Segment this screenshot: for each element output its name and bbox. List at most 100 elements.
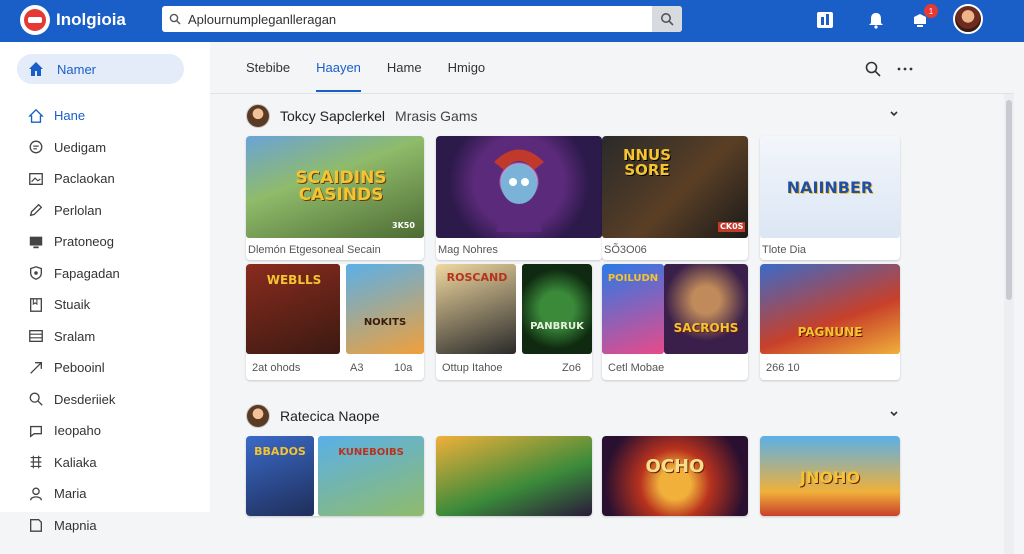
monitor-icon bbox=[29, 236, 43, 248]
sidebar-item[interactable]: Sralam bbox=[28, 321, 120, 353]
sidebar-item[interactable]: Paclaokan bbox=[28, 163, 120, 195]
section-subtitle: Mrasis Gams bbox=[395, 108, 478, 124]
sidebar-item[interactable]: Stuaik bbox=[28, 289, 120, 321]
sidebar-item-label: Maria bbox=[54, 486, 87, 502]
game-thumbnail: PANBRUK bbox=[522, 264, 592, 354]
sidebar-item-label: Pebooinl bbox=[54, 360, 105, 376]
game-thumbnail: ROSCAND bbox=[436, 264, 516, 354]
game-art-text: NOKITS bbox=[363, 317, 407, 328]
search-input[interactable] bbox=[188, 7, 652, 31]
sidebar-item[interactable]: Perlolan bbox=[28, 195, 120, 227]
game-card[interactable] bbox=[436, 436, 592, 516]
apps-icon[interactable] bbox=[813, 8, 837, 32]
bookmark-icon bbox=[30, 297, 42, 312]
notification-badge: 1 bbox=[924, 4, 938, 18]
tab-2[interactable]: Haayen bbox=[316, 60, 361, 92]
search-button[interactable] bbox=[652, 6, 682, 32]
game-caption: 266 10 bbox=[766, 362, 800, 374]
person-icon bbox=[30, 487, 42, 501]
game-card[interactable]: NAIINBER Tlote Dia bbox=[760, 136, 900, 260]
sidebar-item-label: Kaliaka bbox=[54, 454, 97, 470]
game-caption: Zo6 bbox=[562, 362, 581, 374]
sidebar-item[interactable]: Fapagadan bbox=[28, 258, 120, 290]
section-avatar bbox=[246, 404, 270, 428]
game-thumbnail: NNUS SORE CK0S bbox=[602, 136, 748, 238]
game-caption: Ottup Itahoe bbox=[442, 362, 503, 374]
user-avatar[interactable] bbox=[953, 4, 983, 34]
game-art-text: NAIINBER bbox=[786, 178, 874, 197]
chat-icon bbox=[29, 140, 43, 154]
game-caption: Tlote Dia bbox=[762, 244, 807, 256]
game-thumbnail: OCHO bbox=[602, 436, 748, 516]
section-avatar bbox=[246, 104, 270, 128]
sidebar-item[interactable]: Maria bbox=[28, 478, 120, 510]
tab-divider bbox=[210, 93, 1014, 94]
sidebar-item-label: Ieopaho bbox=[54, 423, 101, 439]
game-thumbnail bbox=[436, 136, 602, 238]
chevron-down-icon[interactable] bbox=[888, 408, 900, 420]
search-icon[interactable] bbox=[864, 60, 882, 78]
send-icon bbox=[30, 361, 42, 374]
sidebar-home-label: Namer bbox=[57, 61, 97, 77]
sidebar-item-label: Mapnia bbox=[54, 517, 97, 533]
scroll-thumb[interactable] bbox=[1006, 100, 1012, 300]
more-icon[interactable] bbox=[896, 60, 914, 78]
section-title: Tokcy Sapclerkel bbox=[280, 108, 386, 124]
game-caption: A3 bbox=[350, 362, 364, 374]
game-card[interactable]: JNOHO bbox=[760, 436, 900, 516]
sidebar-item-label: Fapagadan bbox=[54, 265, 120, 281]
main-content: Stebibe Haayen Hame Hmigo Tokcy Sapclerk… bbox=[210, 42, 1014, 554]
game-thumbnail: KUNEBOIBS bbox=[318, 436, 424, 516]
game-thumbnail bbox=[436, 436, 592, 516]
game-art-text: SCAIDINS CASINDS bbox=[295, 168, 387, 205]
game-card[interactable]: NNUS SORE CK0S SÕ3O06 bbox=[602, 136, 748, 260]
game-thumbnail: SCAIDINS CASINDS 3K50 bbox=[246, 136, 424, 238]
sidebar-item[interactable]: Ieopaho bbox=[28, 415, 120, 447]
image-icon bbox=[29, 172, 43, 185]
game-card[interactable]: Mag Nohres bbox=[436, 136, 602, 260]
game-card-pair[interactable]: POILUDN SACROHS Cetl Mobae bbox=[602, 264, 748, 380]
sidebar-item-label: Sralam bbox=[54, 328, 96, 344]
sidebar-item[interactable]: Hane bbox=[28, 100, 120, 132]
message-icon bbox=[30, 425, 42, 438]
app-logo[interactable] bbox=[20, 5, 50, 35]
game-card[interactable]: SCAIDINS CASINDS 3K50 Dlemón Etgesoneal … bbox=[246, 136, 424, 260]
sidebar-item-label: Uedigam bbox=[54, 139, 107, 155]
tab-4[interactable]: Hmigo bbox=[448, 60, 486, 84]
top-bar: Inolgioia 1 bbox=[0, 0, 1024, 42]
section-header: Ratecica Naope bbox=[246, 404, 900, 428]
scrollbar[interactable] bbox=[1004, 94, 1014, 554]
sidebar-item[interactable]: Mapnia bbox=[28, 510, 120, 542]
game-tag: 3K50 bbox=[392, 221, 415, 230]
game-thumbnail: NOKITS bbox=[346, 264, 424, 354]
sidebar-item[interactable]: Kaliaka bbox=[28, 447, 120, 479]
sidebar-item[interactable]: Uedigam bbox=[28, 132, 120, 164]
game-card-pair[interactable]: ROSCAND PANBRUK Ottup Itahoe Zo6 bbox=[436, 264, 592, 380]
note-icon bbox=[30, 519, 42, 533]
game-card[interactable]: BBADOS KUNEBOIBS bbox=[246, 436, 424, 516]
home-icon bbox=[28, 108, 44, 123]
sidebar-item-label: Paclaokan bbox=[54, 171, 115, 187]
sidebar-item[interactable]: Pratoneog bbox=[28, 226, 120, 258]
tab-1[interactable]: Stebibe bbox=[246, 60, 290, 84]
game-art-text: PAGNUNE bbox=[797, 325, 863, 339]
game-art-text: JNOHO bbox=[800, 468, 860, 487]
home-icon bbox=[29, 62, 43, 76]
sidebar-item[interactable]: Desderiiek bbox=[28, 384, 120, 416]
game-thumbnail: BBADOS bbox=[246, 436, 314, 516]
notification-icon[interactable]: 1 bbox=[908, 4, 938, 32]
tab-3[interactable]: Hame bbox=[387, 60, 422, 84]
game-card[interactable]: OCHO bbox=[602, 436, 748, 516]
sidebar-home-pill[interactable]: Namer bbox=[17, 54, 184, 84]
sidebar-item[interactable]: Pebooinl bbox=[28, 352, 120, 384]
game-caption: SÕ3O06 bbox=[604, 244, 647, 256]
game-art-text: PANBRUK bbox=[530, 321, 584, 332]
game-card-pair[interactable]: WEBLLS NOKITS 2at ohods A3 10a bbox=[246, 264, 424, 380]
sidebar-item-label: Hane bbox=[54, 108, 86, 124]
bell-icon[interactable] bbox=[864, 8, 888, 32]
game-card[interactable]: PAGNUNE 266 10 bbox=[760, 264, 900, 380]
section-header: Tokcy Sapclerkel Mrasis Gams bbox=[246, 104, 900, 128]
game-art-text: OCHO bbox=[645, 456, 705, 477]
chevron-down-icon[interactable] bbox=[888, 108, 900, 120]
search-icon bbox=[29, 392, 43, 406]
